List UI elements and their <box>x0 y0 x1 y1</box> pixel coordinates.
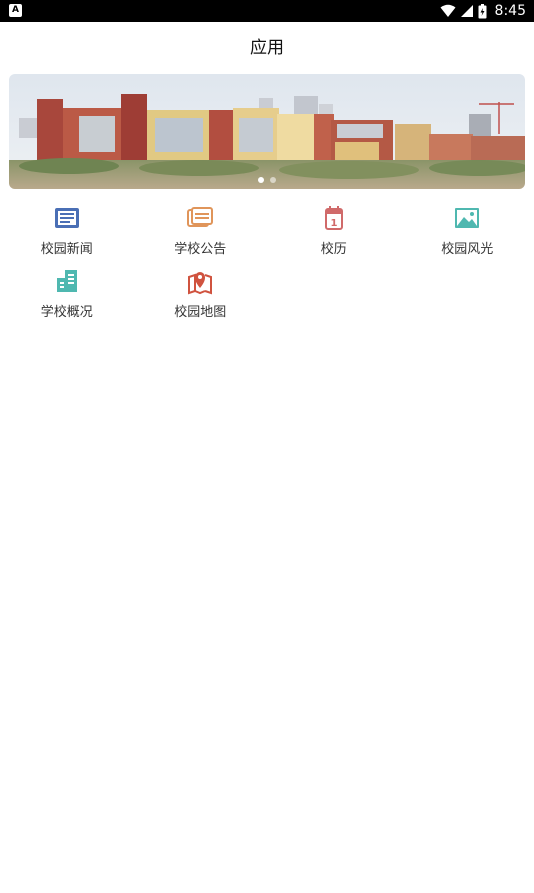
app-grid: 校园新闻 学校公告 1 校历 校园风光 学校概况 校园地图 <box>0 200 534 326</box>
scenery-icon <box>455 208 480 228</box>
carousel-dot[interactable] <box>270 177 276 183</box>
calendar-icon: 1 <box>324 206 343 230</box>
app-school-notice[interactable]: 学校公告 <box>134 200 268 263</box>
campus-banner-carousel[interactable] <box>9 74 525 189</box>
app-header: 应用 <box>0 22 534 68</box>
battery-icon <box>478 3 487 18</box>
carousel-indicator <box>9 177 525 183</box>
app-label: 学校概况 <box>40 305 93 320</box>
app-label: 校历 <box>320 242 347 257</box>
app-grid-row: 校园新闻 学校公告 1 校历 校园风光 <box>0 200 534 263</box>
campus-banner-image <box>9 74 525 189</box>
map-icon <box>188 272 213 295</box>
svg-text:1: 1 <box>330 218 337 229</box>
app-label: 学校公告 <box>174 242 227 257</box>
app-campus-news[interactable]: 校园新闻 <box>0 200 134 263</box>
app-notification-icon: A <box>9 4 22 17</box>
news-icon <box>54 208 79 228</box>
status-time: 8:45 <box>494 3 526 19</box>
page-title: 应用 <box>250 37 284 58</box>
app-school-calendar[interactable]: 1 校历 <box>267 200 401 263</box>
cellular-signal-icon <box>460 5 473 17</box>
status-bar: A 8:45 <box>0 0 534 22</box>
carousel-dot[interactable] <box>258 177 264 183</box>
app-grid-row: 学校概况 校园地图 <box>0 263 534 326</box>
app-campus-map[interactable]: 校园地图 <box>134 263 268 326</box>
app-label: 校园新闻 <box>40 242 93 257</box>
app-campus-scenery[interactable]: 校园风光 <box>401 200 534 263</box>
wifi-icon <box>440 4 456 17</box>
notice-icon <box>187 207 214 227</box>
app-label: 校园地图 <box>174 305 227 320</box>
app-label: 校园风光 <box>441 242 494 257</box>
app-school-overview[interactable]: 学校概况 <box>0 263 134 326</box>
building-icon <box>56 270 77 292</box>
status-indicators: 8:45 <box>440 0 526 22</box>
